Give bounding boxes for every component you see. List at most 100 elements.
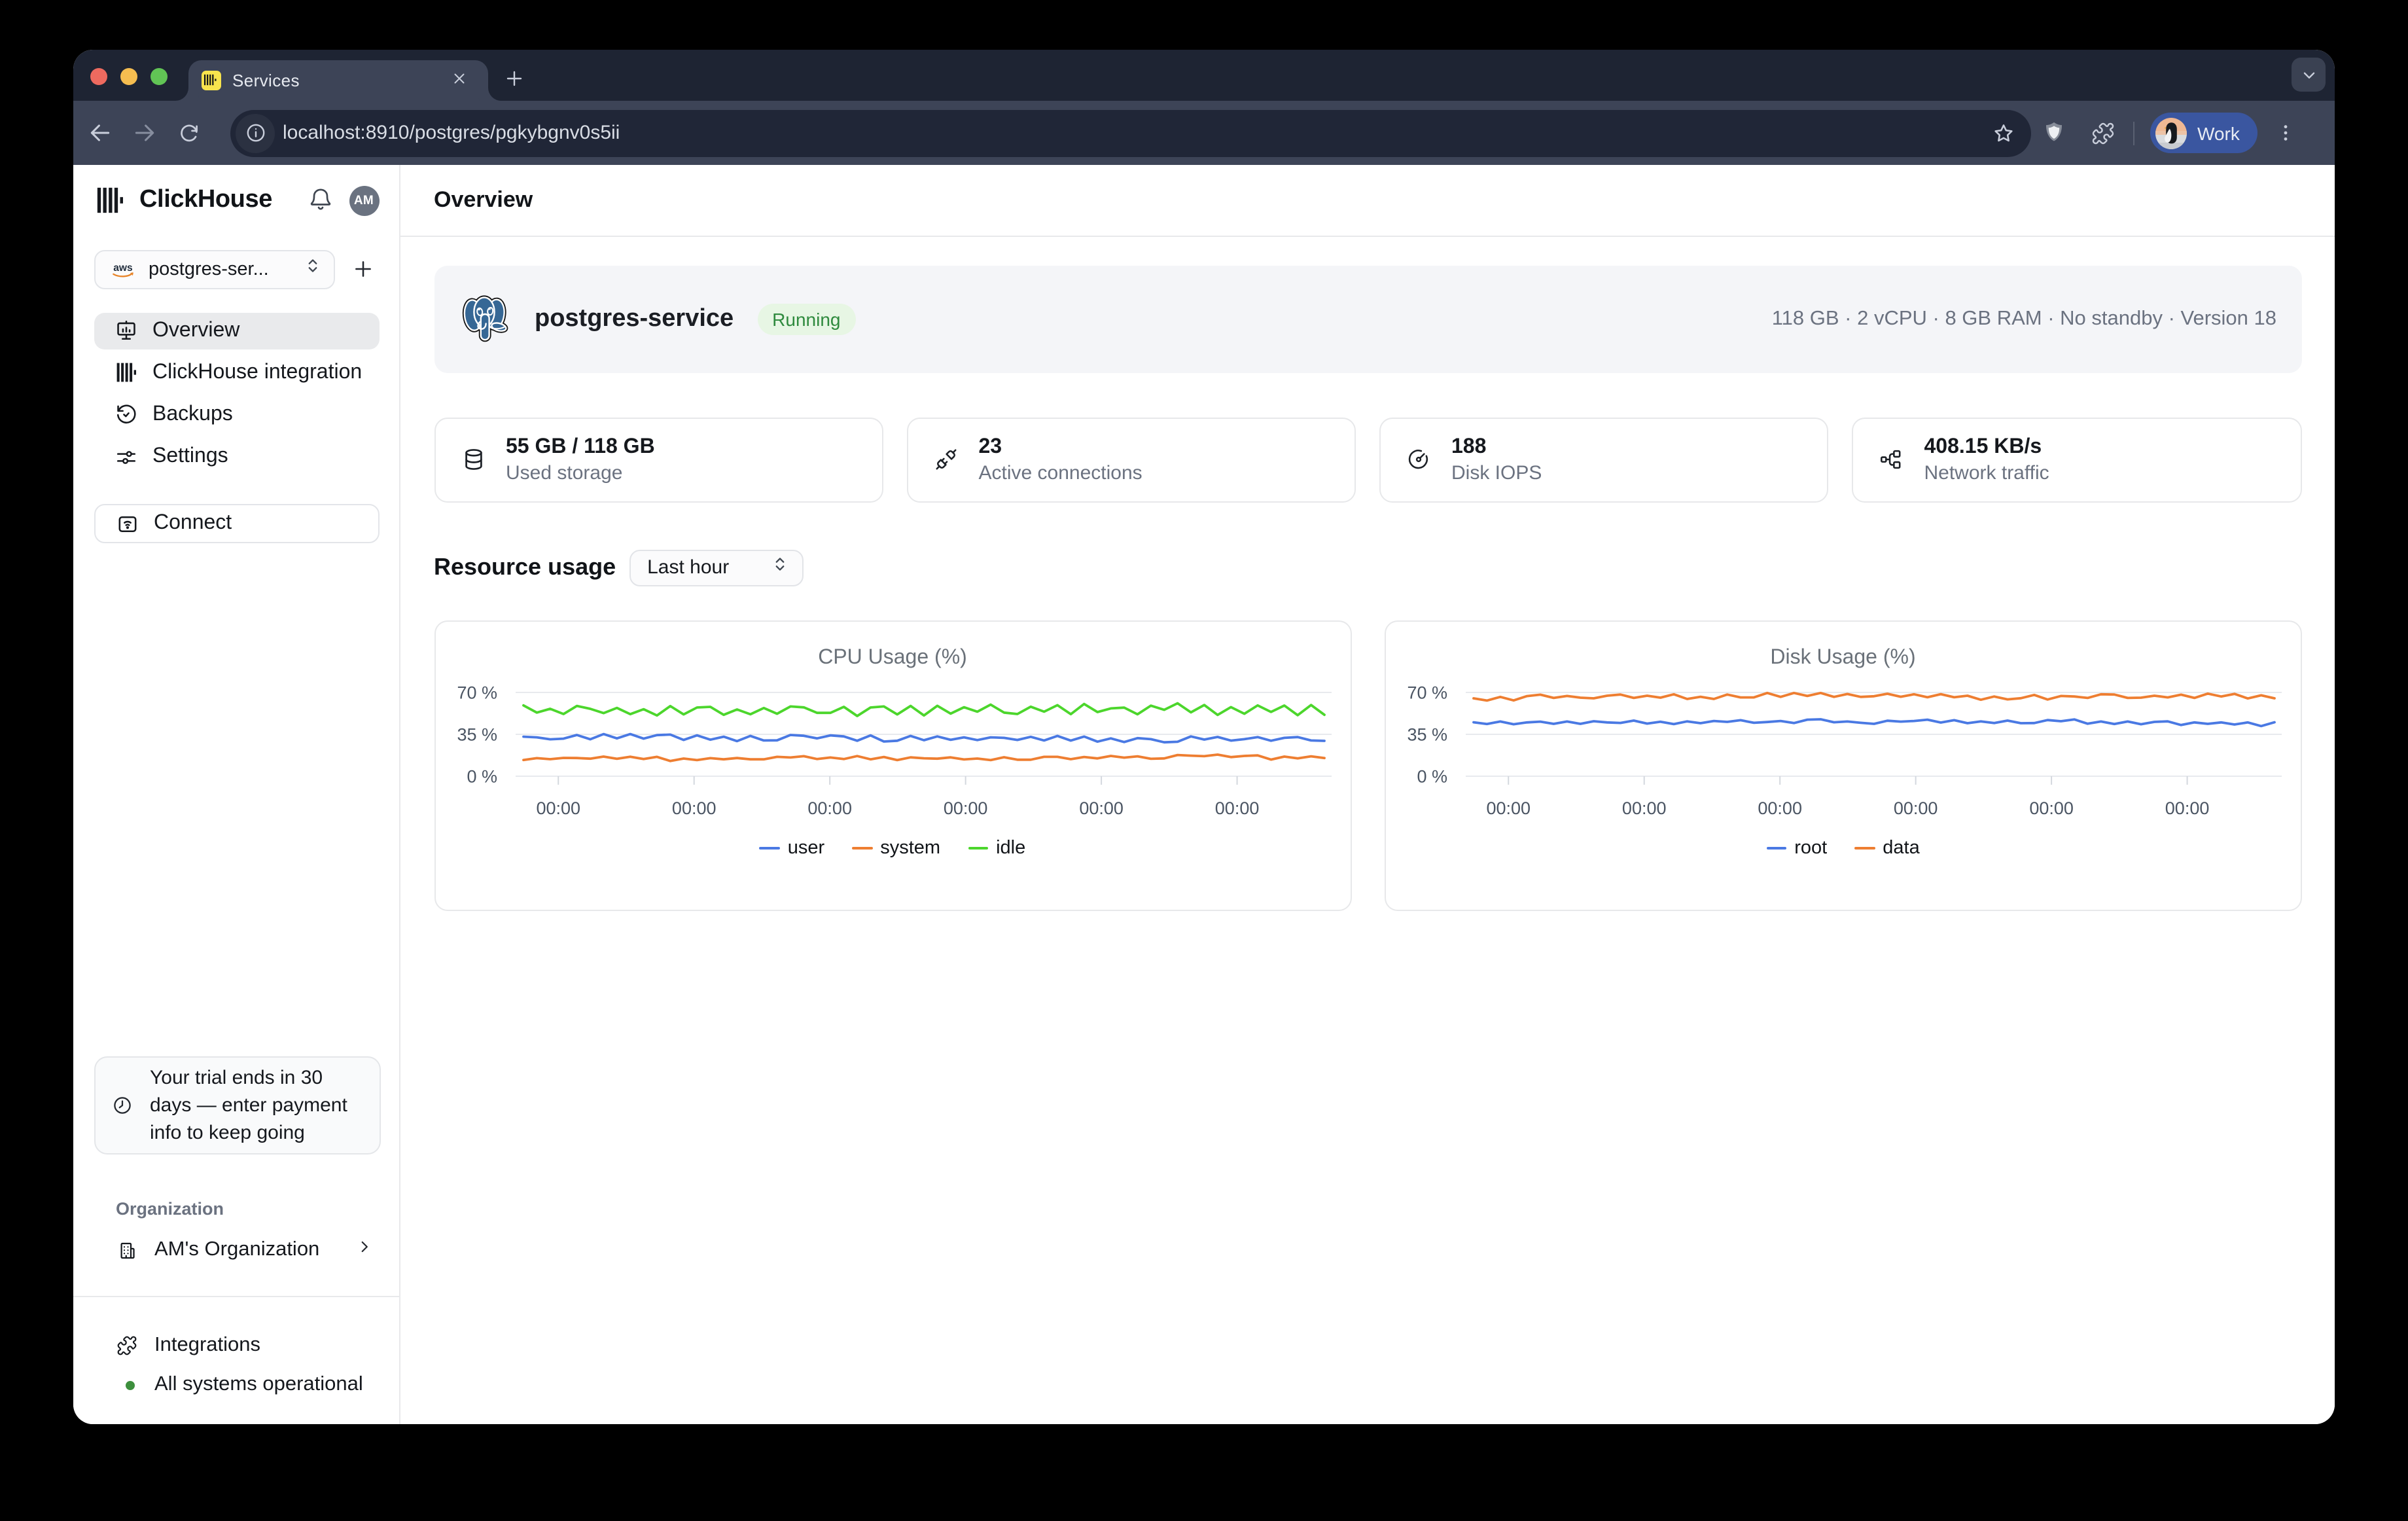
integrations-item[interactable]: Integrations [94,1327,380,1363]
service-selector-value: postgres-ser... [149,259,303,280]
legend-item[interactable]: root [1766,837,1827,858]
svg-text:00:00: 00:00 [807,798,851,817]
chart-legend: user system idle [435,837,1350,858]
brand-name: ClickHouse [139,186,307,215]
legend-item[interactable]: user [760,837,824,858]
sidebar-item-clickhouse-integration[interactable]: ClickHouse integration [94,354,379,391]
stat-value: 188 [1451,435,1542,459]
time-range-select[interactable]: Last hour [629,549,803,586]
profile-name: Work [2197,122,2240,143]
svg-text:aws: aws [113,262,132,273]
browser-menu-icon[interactable] [2266,111,2305,155]
profile-chip[interactable]: Work [2150,113,2258,153]
sidebar-header: ClickHouse AM [96,181,379,220]
clock-icon [95,1096,150,1115]
svg-text:00:00: 00:00 [1214,798,1259,817]
postgresql-logo-icon [457,293,510,346]
legend-item[interactable]: data [1854,837,1919,858]
presentation-icon [115,319,137,342]
reload-button[interactable] [166,111,211,155]
screen: Services localhost:8910/postgres/pgkybgn… [0,0,2408,1521]
svg-text:00:00: 00:00 [535,798,580,817]
chart-plot: 0 %35 %70 %00:0000:0000:0000:0000:0000:0… [1386,621,2303,912]
sidebar-item-label: ClickHouse integration [152,361,362,384]
toolbar-right: Work [2031,111,2305,155]
service-name: postgres-service [535,305,734,334]
stat-label: Disk IOPS [1451,461,1542,484]
history-icon [115,404,137,426]
sidebar-item-settings[interactable]: Settings [94,438,379,475]
svg-text:00:00: 00:00 [1758,798,1802,817]
plug-icon [934,448,958,471]
sidebar-item-overview[interactable]: Overview [94,312,379,349]
stat-value: 408.15 KB/s [1924,435,2049,459]
svg-text:70 %: 70 % [456,682,497,702]
svg-text:00:00: 00:00 [2029,798,2074,817]
shield-extension-icon[interactable] [2031,111,2076,155]
main-panel: Overview postgres-service Running [400,165,2335,1424]
svg-text:35 %: 35 % [1407,724,1447,743]
browser-tab[interactable]: Services [188,60,487,101]
tab-search-button[interactable] [2292,58,2326,92]
status-dot [116,1374,138,1396]
stat-value: 55 GB / 118 GB [506,435,655,459]
chevron-updown-icon [303,257,321,282]
sidebar-divider [73,1295,398,1297]
stat-card-network-traffic: 408.15 KB/sNetwork traffic [1852,417,2302,502]
toolbar-separator [2133,121,2134,145]
service-selector-row: aws postgres-ser... [94,249,379,289]
site-info-icon[interactable] [236,113,275,152]
service-banner: postgres-service Running 118 GB · 2 vCPU… [434,266,2301,372]
browser-toolbar: localhost:8910/postgres/pgkybgnv0s5ii Wo… [73,101,2335,165]
svg-text:00:00: 00:00 [1486,798,1531,817]
extensions-puzzle-icon[interactable] [2081,111,2125,155]
svg-text:0 %: 0 % [1417,766,1447,785]
service-selector[interactable]: aws postgres-ser... [94,249,334,289]
svg-text:70 %: 70 % [1407,682,1447,702]
aws-logo-icon: aws [108,260,137,279]
time-range-value: Last hour [647,556,770,579]
sidebar-item-backups[interactable]: Backups [94,397,379,433]
resource-usage-row: Resource usage Last hour [434,549,2301,586]
organization-item[interactable]: AM's Organization [94,1230,380,1270]
legend-item[interactable]: idle [968,837,1025,858]
chevron-right-icon [355,1238,372,1262]
tab-close-icon[interactable] [451,70,472,91]
puzzle-icon [116,1334,138,1356]
organization-label: Organization [116,1199,224,1219]
tab-strip: Services [73,50,2335,101]
url-bar[interactable]: localhost:8910/postgres/pgkybgnv0s5ii [230,109,2031,156]
forward-button[interactable] [122,111,166,155]
legend-item[interactable]: system [852,837,940,858]
clickhouse-bars-icon [115,361,137,384]
trial-text: Your trial ends in 30 days — enter payme… [150,1064,368,1147]
bookmark-star-icon[interactable] [1984,113,2023,152]
stat-card-active-connections: 23Active connections [907,417,1356,502]
stat-card-used-storage: 55 GB / 118 GBUsed storage [434,417,883,502]
notifications-bell-icon[interactable] [307,186,336,215]
trial-notice: Your trial ends in 30 days — enter payme… [94,1056,380,1154]
connect-button[interactable]: Connect [94,504,379,543]
add-service-button[interactable] [347,254,379,285]
page-header: Overview [400,165,2335,237]
building-icon [116,1239,138,1261]
minimize-window-button[interactable] [120,68,137,85]
disk-usage-chart: Disk Usage (%)0 %35 %70 %00:0000:0000:00… [1385,620,2301,911]
integrations-label: Integrations [154,1333,260,1357]
system-status-item[interactable]: All systems operational [94,1367,380,1403]
svg-text:00:00: 00:00 [2165,798,2210,817]
new-tab-button[interactable] [496,60,533,97]
svg-text:00:00: 00:00 [943,798,987,817]
url-text: localhost:8910/postgres/pgkybgnv0s5ii [283,122,1984,144]
svg-text:00:00: 00:00 [1894,798,1938,817]
stat-label: Active connections [979,461,1142,484]
close-window-button[interactable] [90,68,107,85]
chart-plot: 0 %35 %70 %00:0000:0000:0000:0000:0000:0… [435,621,1353,912]
status-text: All systems operational [154,1373,363,1397]
organization-name: AM's Organization [154,1238,355,1262]
database-icon [461,448,485,471]
back-button[interactable] [77,111,122,155]
zoom-window-button[interactable] [150,68,167,85]
sidebar-nav: Overview ClickHouse integration Backups Set… [94,312,379,475]
user-avatar[interactable]: AM [349,185,379,215]
